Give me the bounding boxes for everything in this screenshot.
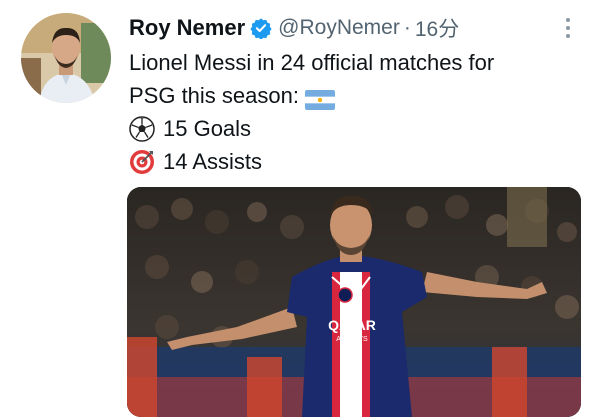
tweet-line-1: Lionel Messi in 24 official matches for — [129, 50, 495, 75]
tweet-line-2: PSG this season: — [129, 79, 589, 112]
separator-dot: · — [403, 16, 411, 39]
argentina-flag-icon — [304, 86, 335, 110]
jersey-sponsor-text: QATAR — [328, 317, 376, 333]
verified-badge-icon — [250, 17, 272, 40]
goals-text: 15 Goals — [163, 116, 252, 141]
more-options-icon[interactable] — [560, 14, 576, 42]
avatar-image — [21, 13, 111, 103]
author-display-name[interactable]: Roy Nemer — [129, 15, 245, 41]
direct-hit-icon — [129, 149, 155, 175]
tweet-line-assists: 14 Assists — [129, 145, 589, 178]
tweet-body: Lionel Messi in 24 official matches for … — [129, 46, 589, 178]
author-handle[interactable]: @RoyNemer — [278, 16, 400, 40]
soccer-ball-icon — [129, 115, 155, 142]
tweet-line-2-text: PSG this season: — [129, 83, 299, 108]
tweet-media-image[interactable]: QATAR AIRWAYS — [127, 187, 581, 417]
assists-text: 14 Assists — [163, 149, 263, 174]
author-avatar[interactable] — [21, 13, 111, 103]
tweet-header: Roy Nemer @RoyNemer · 16分 — [129, 13, 459, 43]
tweet-timestamp[interactable]: 16分 — [415, 13, 459, 43]
tweet-line-goals: 15 Goals — [129, 112, 589, 145]
messi-celebration-photo: QATAR AIRWAYS — [127, 187, 581, 417]
jersey-sponsor-sub-text: AIRWAYS — [336, 336, 368, 343]
